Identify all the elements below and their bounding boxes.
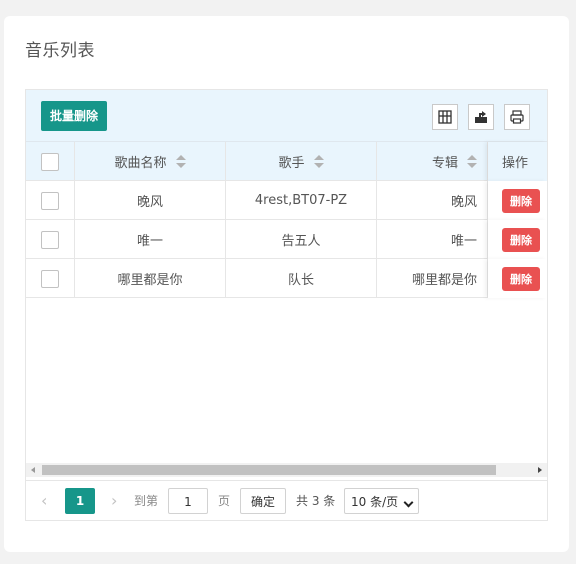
column-header-name[interactable]: 歌曲名称 — [75, 142, 226, 181]
cell-singer: 队长 — [226, 259, 377, 298]
page-unit-label: 页 — [218, 494, 231, 508]
select-all-checkbox[interactable] — [41, 152, 59, 171]
goto-page-input[interactable]: 1 — [168, 488, 208, 514]
export-icon[interactable] — [468, 104, 494, 130]
table-body: 晚风 4rest,BT07-PZ 晚风 删除 唯一 告五人 唯一 删除 哪里都是… — [26, 181, 547, 298]
columns-icon[interactable] — [432, 104, 458, 130]
cell-singer: 告五人 — [226, 220, 377, 259]
scroll-right-icon[interactable] — [538, 467, 542, 473]
column-label: 操作 — [502, 156, 529, 171]
column-header-singer[interactable]: 歌手 — [226, 142, 377, 181]
table-row: 晚风 4rest,BT07-PZ 晚风 删除 — [26, 181, 547, 220]
cell-song-name: 唯一 — [75, 220, 226, 259]
column-label: 歌手 — [278, 156, 305, 171]
cell-album: 哪里都是你 — [377, 259, 488, 298]
scroll-left-icon[interactable] — [31, 467, 35, 473]
sort-icon[interactable] — [175, 154, 186, 169]
cell-album: 唯一 — [377, 220, 488, 259]
cell-song-name: 哪里都是你 — [75, 259, 226, 298]
chevron-down-icon — [403, 497, 414, 508]
current-page[interactable]: 1 — [65, 488, 95, 514]
table-toolbar: 批量删除 — [26, 90, 547, 142]
delete-button[interactable]: 删除 — [502, 266, 540, 291]
sort-icon[interactable] — [313, 154, 324, 169]
horizontal-scrollbar[interactable] — [26, 463, 547, 477]
row-checkbox[interactable] — [41, 269, 59, 288]
column-label: 专辑 — [431, 156, 458, 171]
row-checkbox-cell — [26, 220, 75, 259]
music-table: 批量删除 歌曲名称 歌手 专辑 操作 晚风 4rest,BT07-PZ 晚风 删… — [25, 89, 548, 521]
print-icon[interactable] — [504, 104, 530, 130]
goto-label: 到第 — [134, 494, 159, 508]
row-checkbox[interactable] — [41, 230, 59, 249]
cell-song-name: 晚风 — [75, 181, 226, 220]
delete-button[interactable]: 删除 — [502, 227, 540, 252]
table-row: 唯一 告五人 唯一 删除 — [26, 220, 547, 259]
row-checkbox-cell — [26, 181, 75, 220]
table-header: 歌曲名称 歌手 专辑 操作 — [26, 142, 547, 181]
delete-button[interactable]: 删除 — [502, 188, 540, 213]
scrollbar-thumb[interactable] — [42, 465, 496, 475]
cell-album: 晚风 — [377, 181, 488, 220]
column-label: 歌曲名称 — [114, 156, 167, 171]
music-list-card: 音乐列表 批量删除 歌曲名称 歌手 专辑 操作 晚风 4rest,BT07-PZ… — [4, 16, 569, 552]
prev-page-button[interactable]: ‹ — [41, 488, 47, 514]
page-title: 音乐列表 — [25, 41, 95, 61]
cell-singer: 4rest,BT07-PZ — [226, 181, 377, 220]
cell-operation: 删除 — [488, 259, 547, 298]
column-header-album[interactable]: 专辑 — [377, 142, 488, 181]
page-size-value: 10 条/页 — [351, 495, 399, 509]
header-checkbox-cell — [26, 142, 75, 181]
row-checkbox-cell — [26, 259, 75, 298]
cell-operation: 删除 — [488, 220, 547, 259]
row-checkbox[interactable] — [41, 191, 59, 210]
table-row: 哪里都是你 队长 哪里都是你 删除 — [26, 259, 547, 298]
pagination: ‹ 1 › 到第 1 页 确定 共 3 条 10 条/页 — [26, 480, 547, 520]
cell-operation: 删除 — [488, 181, 547, 220]
confirm-button[interactable]: 确定 — [240, 488, 286, 514]
sort-icon[interactable] — [467, 154, 477, 169]
next-page-button[interactable]: › — [111, 488, 117, 514]
page-size-select[interactable]: 10 条/页 — [344, 488, 419, 514]
column-header-operation: 操作 — [488, 142, 547, 181]
batch-delete-button[interactable]: 批量删除 — [41, 101, 108, 131]
total-count: 共 3 条 — [296, 494, 336, 508]
